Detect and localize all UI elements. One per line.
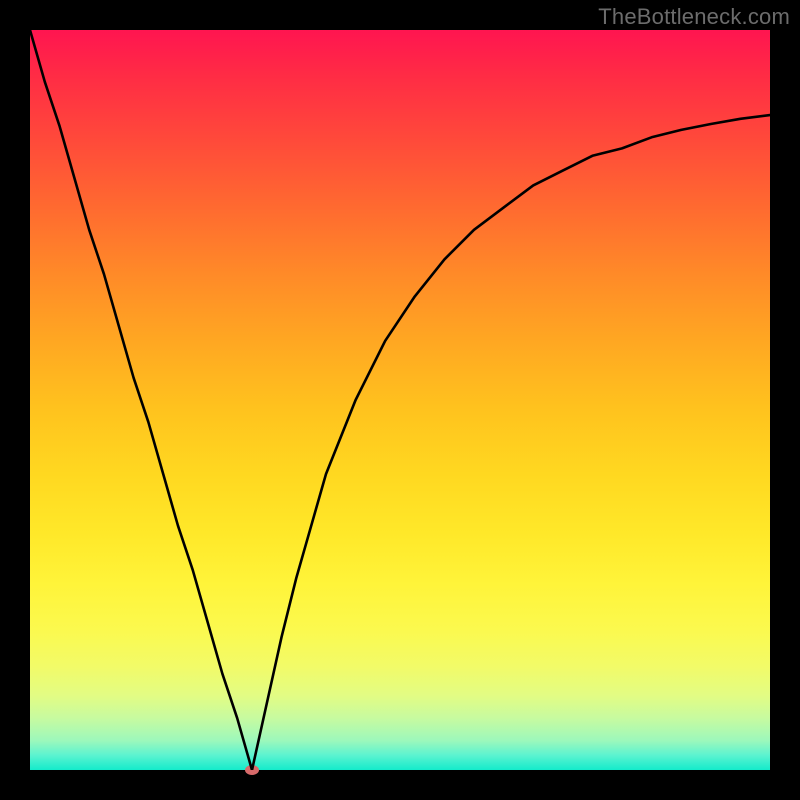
plot-area bbox=[30, 30, 770, 770]
curve-svg bbox=[30, 30, 770, 770]
watermark-text: TheBottleneck.com bbox=[598, 4, 790, 30]
bottleneck-curve bbox=[30, 30, 770, 770]
chart-frame: TheBottleneck.com bbox=[0, 0, 800, 800]
